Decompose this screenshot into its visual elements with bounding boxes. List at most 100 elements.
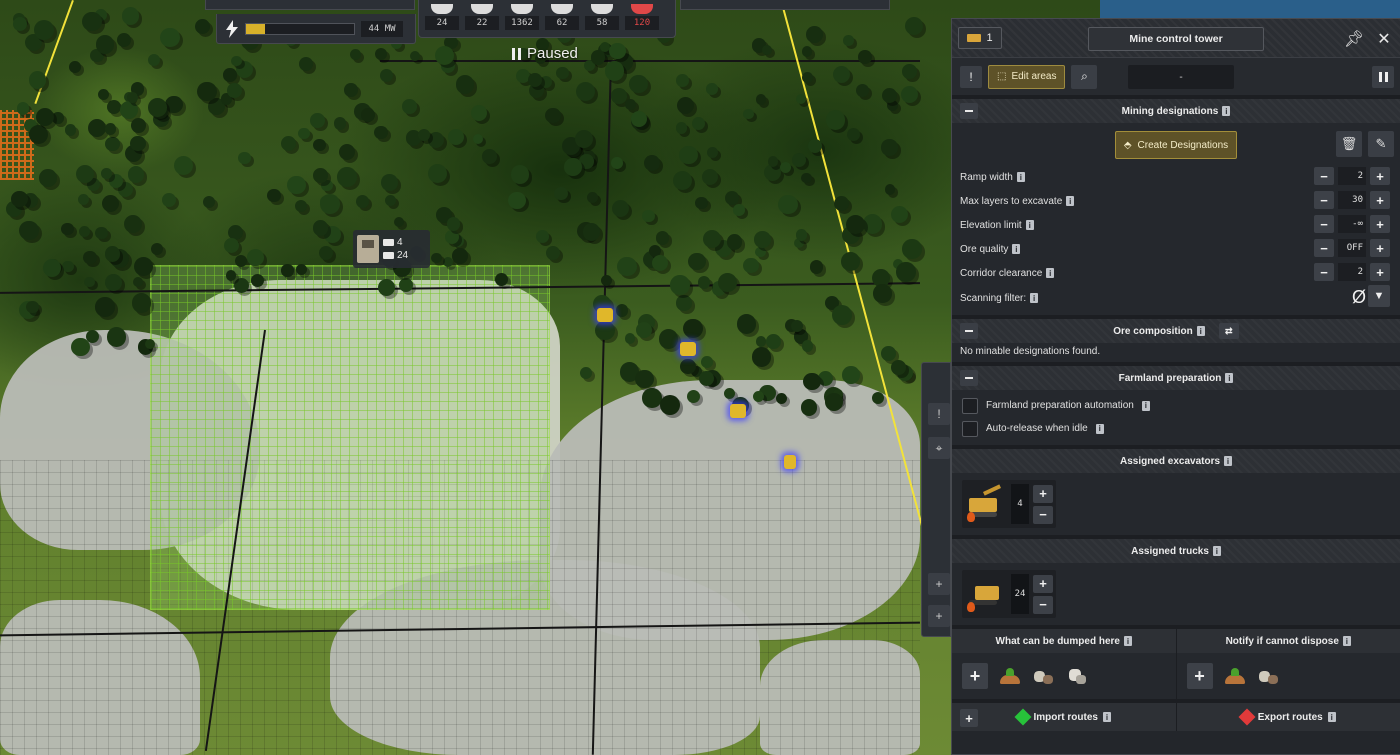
param-value[interactable]: 30: [1338, 191, 1366, 209]
mining-designations-section: Mining designations i ⬘ Create Designati…: [952, 95, 1400, 315]
decrement-button[interactable]: −: [1314, 191, 1334, 209]
truck-unit[interactable]: [784, 455, 796, 469]
decrement-button[interactable]: −: [1314, 215, 1334, 233]
dirt-icon[interactable]: [1223, 666, 1247, 686]
stat-health[interactable]: 22: [465, 4, 499, 33]
panel-title[interactable]: Mine control tower: [1088, 27, 1264, 51]
tree: [556, 66, 569, 80]
info-icon[interactable]: i: [1224, 456, 1233, 466]
increment-button[interactable]: +: [1370, 167, 1390, 185]
param-value[interactable]: OFF: [1338, 239, 1366, 257]
trash-icon[interactable]: 🗑︎: [1336, 131, 1362, 157]
import-routes[interactable]: + Import routes i: [952, 703, 1177, 731]
info-icon[interactable]: i: [1222, 106, 1231, 116]
search-icon[interactable]: ⌕: [1071, 64, 1098, 89]
increment-button[interactable]: +: [1370, 263, 1390, 281]
brush-icon[interactable]: ✎: [1368, 131, 1394, 157]
info-icon[interactable]: i: [1327, 712, 1336, 722]
dirt-icon[interactable]: [998, 666, 1022, 686]
info-icon[interactable]: i: [1102, 712, 1111, 722]
population-stats[interactable]: 24 22 1362 62 58 120: [418, 0, 676, 38]
excavator-icon[interactable]: [965, 484, 1007, 524]
stat-housing[interactable]: 58: [585, 4, 619, 33]
checkbox[interactable]: [962, 397, 978, 414]
info-icon[interactable]: i: [1141, 400, 1150, 411]
info-icon[interactable]: i: [1025, 220, 1034, 230]
param-value[interactable]: 2: [1338, 263, 1366, 281]
add-excavator-button[interactable]: +: [1033, 484, 1053, 503]
info-icon[interactable]: i: [1012, 244, 1021, 254]
add-truck-button[interactable]: +: [1033, 574, 1053, 593]
stat-food[interactable]: 24: [425, 4, 459, 33]
remove-truck-button[interactable]: −: [1033, 595, 1053, 614]
alert-icon[interactable]: !: [960, 65, 982, 88]
increment-button[interactable]: +: [1370, 239, 1390, 257]
tree: [281, 264, 294, 277]
info-icon[interactable]: i: [1066, 196, 1075, 206]
side-button[interactable]: +: [928, 605, 950, 627]
side-button[interactable]: +: [928, 573, 950, 595]
tree: [52, 112, 64, 124]
info-icon[interactable]: i: [1046, 268, 1055, 278]
mine-tower-label[interactable]: 4 24: [353, 230, 430, 268]
param-value[interactable]: 2: [1338, 167, 1366, 185]
vehicle-count-button[interactable]: 1: [958, 27, 1002, 49]
section-header: Assigned excavators i: [952, 449, 1400, 473]
stat-population[interactable]: 1362: [505, 4, 539, 33]
add-notify-product-button[interactable]: +: [1186, 663, 1213, 689]
paused-indicator[interactable]: Paused: [512, 45, 578, 62]
pause-building-button[interactable]: [1372, 66, 1394, 88]
farmland-designation[interactable]: [150, 265, 550, 610]
info-icon[interactable]: i: [1212, 546, 1221, 556]
tree: [162, 192, 177, 207]
info-icon[interactable]: i: [1095, 423, 1104, 434]
pin-icon[interactable]: 📌︎: [1340, 27, 1368, 51]
close-icon[interactable]: ✕: [1370, 27, 1398, 51]
power-indicator[interactable]: 44 MW: [216, 14, 416, 44]
tree: [615, 304, 628, 317]
refresh-icon[interactable]: ⇄: [1218, 323, 1239, 339]
add-dump-product-button[interactable]: +: [962, 663, 988, 689]
side-button[interactable]: ⌖: [928, 437, 950, 459]
stat-value: 58: [585, 16, 619, 30]
limestone-icon[interactable]: [1066, 666, 1090, 686]
tree: [313, 138, 326, 152]
farmland-automation-option[interactable]: Farmland preparation automation i: [962, 394, 1390, 417]
info-icon[interactable]: i: [1342, 636, 1351, 646]
auto-release-option[interactable]: Auto-release when idle i: [962, 417, 1390, 440]
excavator-unit[interactable]: [680, 342, 696, 356]
decrement-button[interactable]: −: [1314, 239, 1334, 257]
tree: [417, 128, 430, 142]
stat-vehicles[interactable]: 120: [625, 4, 659, 33]
rock-icon[interactable]: [1032, 666, 1056, 686]
excavator-unit[interactable]: [597, 308, 613, 322]
info-icon[interactable]: i: [1225, 373, 1234, 383]
rock-icon[interactable]: [1257, 666, 1281, 686]
increment-button[interactable]: +: [1370, 191, 1390, 209]
info-icon[interactable]: i: [1123, 636, 1132, 646]
remove-excavator-button[interactable]: −: [1033, 505, 1053, 524]
excavator-unit[interactable]: [730, 404, 746, 418]
export-routes[interactable]: Export routes i: [1177, 703, 1400, 731]
edit-areas-button[interactable]: ⬚ Edit areas: [988, 64, 1066, 89]
info-icon[interactable]: i: [1016, 172, 1025, 182]
collapse-button[interactable]: [960, 103, 978, 119]
stat-workers[interactable]: 62: [545, 4, 579, 33]
param-value[interactable]: -∞: [1338, 215, 1366, 233]
collapse-button[interactable]: [960, 323, 978, 339]
name-field[interactable]: -: [1128, 65, 1234, 89]
decrement-button[interactable]: −: [1314, 263, 1334, 281]
increment-button[interactable]: +: [1370, 215, 1390, 233]
side-button[interactable]: !: [928, 403, 950, 425]
create-designations-button[interactable]: ⬘ Create Designations: [1114, 131, 1238, 159]
add-route-button[interactable]: +: [960, 709, 978, 727]
tree: [447, 128, 465, 146]
info-icon[interactable]: i: [1030, 293, 1039, 303]
truck-icon[interactable]: [965, 574, 1007, 614]
collapse-button[interactable]: [960, 370, 978, 386]
decrement-button[interactable]: −: [1314, 167, 1334, 185]
chevron-down-icon[interactable]: ▼: [1368, 285, 1390, 307]
info-icon[interactable]: i: [1196, 326, 1205, 336]
tree: [705, 82, 718, 95]
checkbox[interactable]: [962, 420, 978, 437]
